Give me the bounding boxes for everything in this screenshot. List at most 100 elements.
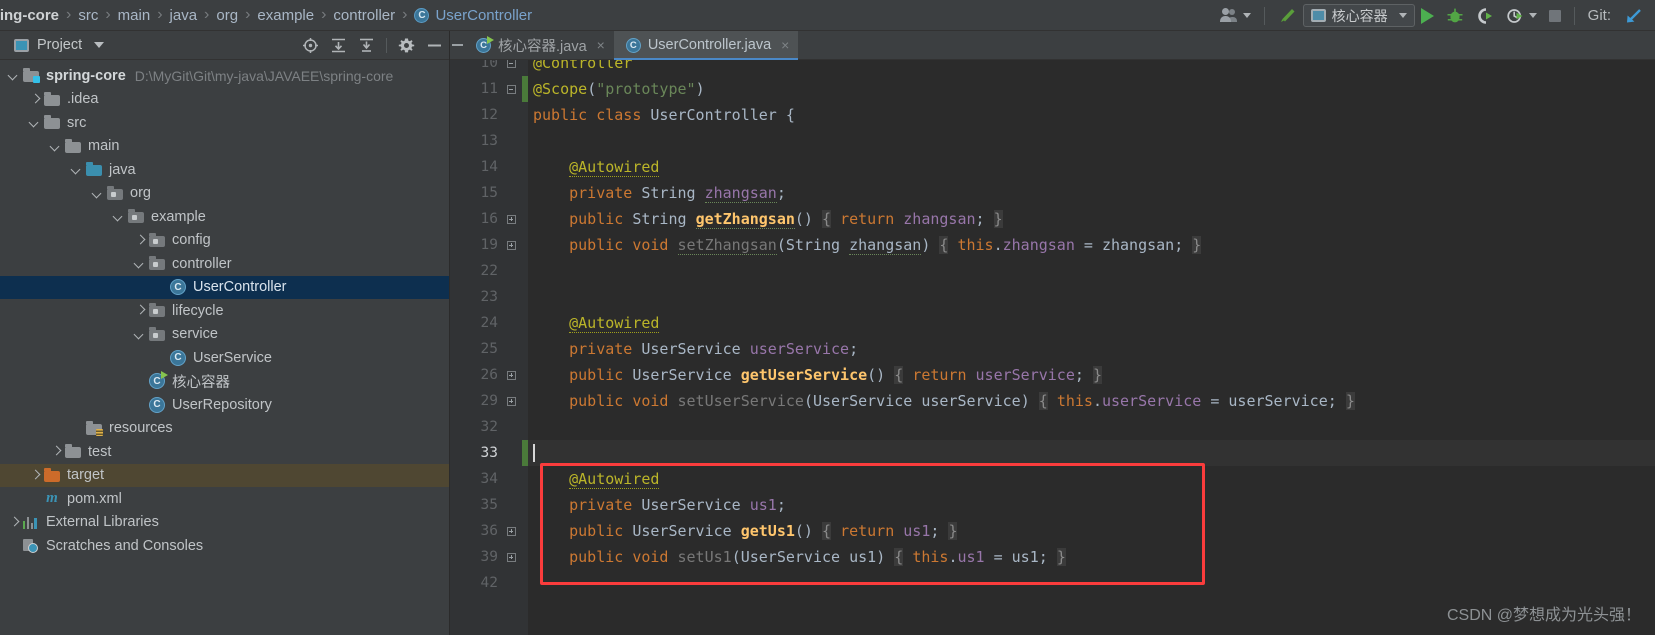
tree-node-resources[interactable]: resources (0, 417, 449, 441)
breadcrumb-item-java[interactable]: java (170, 0, 198, 31)
code-line[interactable] (528, 414, 1655, 440)
code-line[interactable]: private String zhangsan; (528, 180, 1655, 206)
code-line[interactable]: public void setUserService(UserService u… (528, 388, 1655, 414)
breadcrumb-item-example[interactable]: example (257, 0, 314, 31)
editor-tab-bar[interactable]: C 核心容器.java × C UserController.java × (450, 31, 1655, 60)
tree-node--[interactable]: C 核心容器 (0, 370, 449, 394)
tree-node-target[interactable]: target (0, 463, 449, 487)
fold-toggle-icon[interactable] (502, 240, 520, 250)
chevron-right-icon[interactable] (8, 517, 19, 528)
tree-node-controller[interactable]: controller (0, 252, 449, 276)
project-tree[interactable]: spring-core D:\MyGit\Git\my-java\JAVAEE\s… (0, 60, 449, 558)
code-line[interactable]: private UserService us1; (528, 492, 1655, 518)
fold-toggle-icon[interactable] (502, 60, 520, 68)
chevron-down-icon[interactable] (50, 141, 61, 152)
code-line[interactable] (528, 284, 1655, 310)
tree-node-external-libraries[interactable]: External Libraries (0, 511, 449, 535)
gear-icon[interactable] (398, 37, 415, 54)
breadcrumb-item-controller[interactable]: controller (333, 0, 395, 31)
stop-button[interactable] (1543, 0, 1567, 31)
chevron-down-icon[interactable] (94, 42, 105, 48)
debug-button[interactable] (1440, 0, 1470, 31)
code-token: String (785, 236, 850, 254)
breadcrumb-item-org[interactable]: org (216, 0, 238, 31)
code-line[interactable]: @Controller (528, 60, 1655, 76)
build-project-button[interactable] (1272, 0, 1303, 31)
run-configuration-selector[interactable]: 核心容器 (1302, 4, 1415, 27)
fold-toggle-icon[interactable] (502, 396, 520, 406)
tree-node-org[interactable]: org (0, 182, 449, 206)
breadcrumb-item-src[interactable]: src (78, 0, 98, 31)
expand-all-icon[interactable] (330, 37, 347, 54)
tree-node-src[interactable]: src (0, 111, 449, 135)
code-line[interactable]: @Scope("prototype") (528, 76, 1655, 102)
code-content[interactable]: @Controller @Scope("prototype") public cla… (528, 60, 1655, 635)
tree-node-lifecycle[interactable]: lifecycle (0, 299, 449, 323)
tree-node-spring-core[interactable]: spring-core D:\MyGit\Git\my-java\JAVAEE\s… (0, 64, 449, 88)
tree-node-example[interactable]: example (0, 205, 449, 229)
tree-node-test[interactable]: test (0, 440, 449, 464)
code-line[interactable]: public void setUs1(UserService us1) { th… (528, 544, 1655, 570)
hide-icon[interactable] (426, 37, 443, 54)
editor-tab-active-1[interactable]: C UserController.java × (613, 31, 799, 60)
code-line[interactable]: @Autowired (528, 154, 1655, 180)
chevron-right-icon[interactable] (50, 446, 61, 457)
code-line[interactable]: public UserService getUserService() { re… (528, 362, 1655, 388)
run-with-coverage-button[interactable] (1470, 0, 1500, 31)
code-line[interactable]: private UserService userService; (528, 336, 1655, 362)
chevron-right-icon[interactable] (29, 94, 40, 105)
hide-editor-icon[interactable] (450, 31, 464, 59)
tree-node-pom-xml[interactable]: m pom.xml (0, 487, 449, 511)
breadcrumb-item-main[interactable]: main (118, 0, 151, 31)
chevron-down-icon[interactable] (134, 258, 145, 269)
tree-node-java[interactable]: java (0, 158, 449, 182)
code-line[interactable]: public String getZhangsan() { return zha… (528, 206, 1655, 232)
breadcrumb[interactable]: ring-core › src › main › java › org › example › cont… (0, 0, 532, 31)
gutter-row: 24 (450, 310, 528, 336)
tree-node-config[interactable]: config (0, 229, 449, 253)
breadcrumb-item-ring-core[interactable]: ring-core (0, 0, 59, 31)
git-update-project-button[interactable] (1617, 0, 1649, 31)
tree-node-userservice[interactable]: C UserService (0, 346, 449, 370)
chevron-down-icon[interactable] (113, 211, 124, 222)
tree-node--idea[interactable]: .idea (0, 88, 449, 112)
code-line[interactable]: @Autowired (528, 466, 1655, 492)
tree-node-scratches-and-consoles[interactable]: Scratches and Consoles (0, 534, 449, 558)
tree-node-userrepository[interactable]: C UserRepository (0, 393, 449, 417)
code-line[interactable]: public void setZhangsan(String zhangsan)… (528, 232, 1655, 258)
code-line[interactable]: @Autowired (528, 310, 1655, 336)
close-icon[interactable]: × (781, 37, 789, 53)
breadcrumb-item-usercontroller[interactable]: C UserController (414, 0, 532, 31)
close-icon[interactable]: × (597, 37, 605, 53)
code-line[interactable] (528, 440, 1655, 466)
fold-toggle-icon[interactable] (502, 214, 520, 224)
user-accounts-button[interactable] (1215, 0, 1257, 31)
tree-node-service[interactable]: service (0, 323, 449, 347)
profiler-button[interactable] (1500, 0, 1543, 31)
collapse-all-icon[interactable] (358, 37, 375, 54)
code-line[interactable] (528, 570, 1655, 596)
locate-icon[interactable] (302, 37, 319, 54)
tree-node-usercontroller[interactable]: C UserController (0, 275, 449, 299)
chevron-right-icon[interactable] (29, 470, 40, 481)
fold-toggle-icon[interactable] (502, 84, 520, 94)
fold-toggle-icon[interactable] (502, 552, 520, 562)
run-button[interactable] (1415, 0, 1440, 31)
fold-toggle-icon[interactable] (502, 370, 520, 380)
chevron-right-icon[interactable] (134, 305, 145, 316)
code-line[interactable]: public UserService getUs1() { return us1… (528, 518, 1655, 544)
chevron-down-icon[interactable] (134, 329, 145, 340)
editor-tab-inactive-0[interactable]: C 核心容器.java × (464, 31, 614, 59)
fold-toggle-icon[interactable] (502, 526, 520, 536)
chevron-down-icon[interactable] (29, 117, 40, 128)
code-line[interactable] (528, 258, 1655, 284)
code-line[interactable] (528, 128, 1655, 154)
chevron-down-icon[interactable] (71, 164, 82, 175)
tree-node-main[interactable]: main (0, 135, 449, 159)
code-editor[interactable]: 10 11 12 13 14 15 16 19 22 23 24 25 26 29 32 33 34 35 36 39… (450, 60, 1655, 635)
chevron-right-icon[interactable] (134, 235, 145, 246)
code-line[interactable]: public class UserController { (528, 102, 1655, 128)
chevron-down-icon[interactable] (8, 70, 19, 81)
chevron-down-icon[interactable] (92, 188, 103, 199)
